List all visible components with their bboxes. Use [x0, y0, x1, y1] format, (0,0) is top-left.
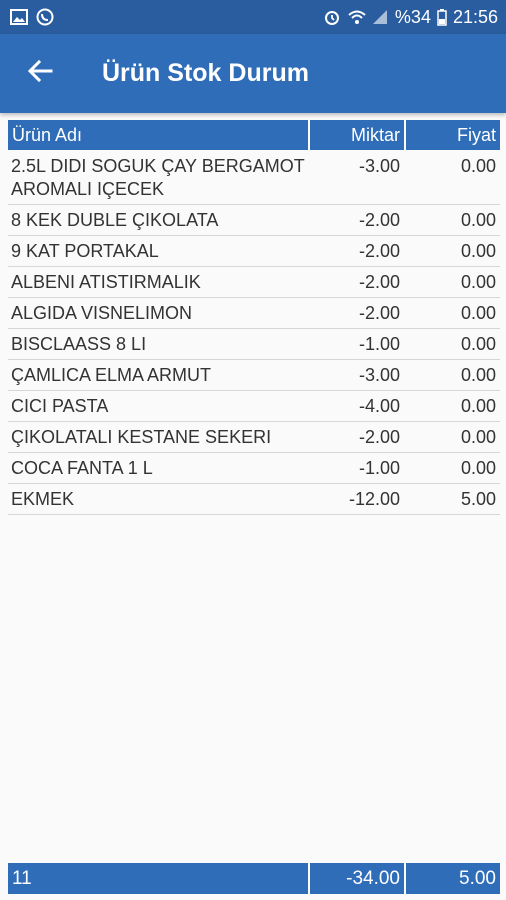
product-quantity: -1.00	[358, 334, 400, 354]
status-bar: %34 21:56	[0, 0, 506, 34]
product-quantity: -2.00	[358, 272, 400, 292]
product-name: ÇIKOLATALI KESTANE SEKERI	[11, 427, 272, 447]
page-title: Ürün Stok Durum	[102, 59, 309, 87]
table-row[interactable]: BISCLAASS 8 LI -1.00 0.00	[8, 329, 500, 360]
product-price: 0.00	[460, 210, 496, 230]
back-button[interactable]	[10, 44, 70, 104]
table-header: Ürün Adı Miktar Fiyat	[8, 120, 500, 150]
product-quantity: -3.00	[358, 365, 400, 385]
status-right: %34 21:56	[323, 7, 498, 28]
table-row[interactable]: 8 KEK DUBLE ÇIKOLATA -2.00 0.00	[8, 205, 500, 236]
column-header-price[interactable]: Fiyat	[406, 120, 500, 150]
table-row[interactable]: ÇAMLICA ELMA ARMUT -3.00 0.00	[8, 360, 500, 391]
product-quantity: -12.00	[348, 489, 400, 509]
product-price: 0.00	[460, 241, 496, 261]
stock-table-body: 2.5L DIDI SOGUK ÇAY BERGAMOT AROMALI IÇE…	[8, 151, 500, 515]
product-price: 5.00	[460, 489, 496, 509]
product-name: ÇAMLICA ELMA ARMUT	[11, 365, 212, 385]
wifi-icon	[347, 8, 366, 26]
clock: 21:56	[452, 6, 498, 27]
product-price: 0.00	[460, 272, 496, 292]
table-row[interactable]: ÇIKOLATALI KESTANE SEKERI -2.00 0.00	[8, 422, 500, 453]
product-name: CICI PASTA	[11, 396, 109, 416]
product-quantity: -1.00	[358, 458, 400, 478]
table-row[interactable]: EKMEK -12.00 5.00	[8, 484, 500, 515]
table-row[interactable]: 2.5L DIDI SOGUK ÇAY BERGAMOT AROMALI IÇE…	[8, 151, 500, 205]
total-quantity: -34.00	[310, 863, 404, 894]
signal-icon	[371, 8, 389, 26]
product-price: 0.00	[460, 396, 496, 416]
battery-icon	[437, 8, 447, 26]
product-price: 0.00	[460, 458, 496, 478]
product-quantity: -4.00	[358, 396, 400, 416]
product-price: 0.00	[460, 334, 496, 354]
battery-percent: %34	[394, 6, 431, 27]
arrow-left-icon	[27, 59, 53, 88]
product-name: ALGIDA VISNELIMON	[11, 303, 193, 323]
total-price: 5.00	[406, 863, 500, 894]
product-quantity: -2.00	[358, 303, 400, 323]
total-count: 11	[8, 863, 308, 894]
column-header-name[interactable]: Ürün Adı	[8, 120, 308, 150]
table-row[interactable]: CICI PASTA -4.00 0.00	[8, 391, 500, 422]
product-price: 0.00	[460, 303, 496, 323]
table-row[interactable]: 9 KAT PORTAKAL -2.00 0.00	[8, 236, 500, 267]
product-name: 2.5L DIDI SOGUK ÇAY BERGAMOT AROMALI IÇE…	[11, 156, 305, 199]
totals-footer: 11 -34.00 5.00	[8, 863, 500, 894]
product-price: 0.00	[460, 427, 496, 447]
product-quantity: -2.00	[358, 427, 400, 447]
status-left	[10, 8, 54, 26]
app-bar: Ürün Stok Durum	[0, 34, 506, 113]
product-quantity: -3.00	[358, 156, 400, 176]
product-price: 0.00	[460, 365, 496, 385]
product-quantity: -2.00	[358, 241, 400, 261]
table-row[interactable]: ALGIDA VISNELIMON -2.00 0.00	[8, 298, 500, 329]
product-name: EKMEK	[11, 489, 75, 509]
gallery-icon	[10, 8, 28, 26]
product-price: 0.00	[460, 156, 496, 176]
product-quantity: -2.00	[358, 210, 400, 230]
alarm-icon	[323, 8, 341, 26]
whatsapp-icon	[36, 8, 54, 26]
table-row[interactable]: COCA FANTA 1 L -1.00 0.00	[8, 453, 500, 484]
product-name: ALBENI ATISTIRMALIK	[11, 272, 201, 292]
table-row[interactable]: ALBENI ATISTIRMALIK -2.00 0.00	[8, 267, 500, 298]
product-name: COCA FANTA 1 L	[11, 458, 153, 478]
product-name: BISCLAASS 8 LI	[11, 334, 147, 354]
product-name: 8 KEK DUBLE ÇIKOLATA	[11, 210, 219, 230]
product-name: 9 KAT PORTAKAL	[11, 241, 159, 261]
column-header-quantity[interactable]: Miktar	[310, 120, 404, 150]
